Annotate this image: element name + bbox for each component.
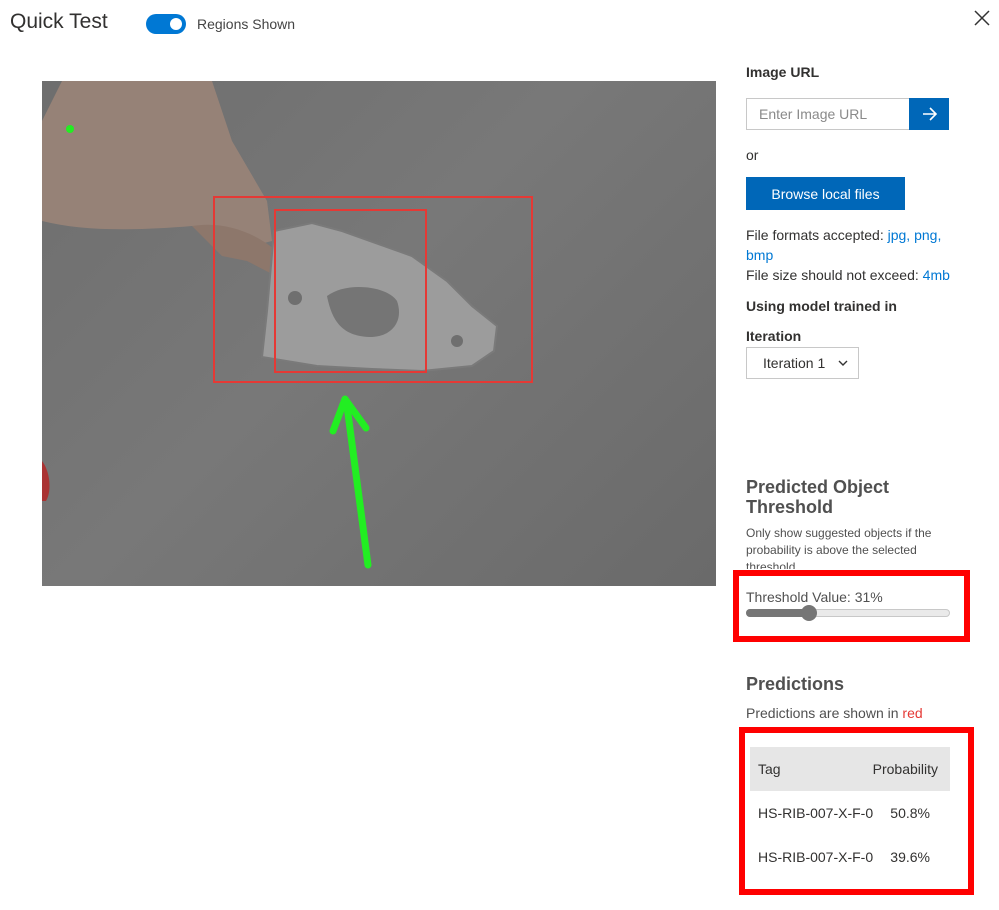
predictions-table: Tag Probability HS-RIB-007-X-F-0 50.8% H… xyxy=(750,747,950,879)
tag-cell: HS-RIB-007-X-F-0 xyxy=(758,805,874,821)
file-size-prefix: File size should not exceed: xyxy=(746,267,919,283)
threshold-highlight xyxy=(733,570,970,642)
column-header-probability: Probability xyxy=(872,761,938,777)
chevron-down-icon xyxy=(836,356,850,373)
regions-shown-toggle[interactable] xyxy=(146,14,186,34)
format-link-bmp[interactable]: bmp xyxy=(746,247,773,263)
predictions-description: Predictions are shown in red xyxy=(746,705,923,721)
image-url-label: Image URL xyxy=(746,64,820,80)
tag-cell: HS-RIB-007-X-F-0 xyxy=(758,849,874,865)
file-formats-info: File formats accepted: jpg, png, bmp xyxy=(746,225,966,265)
threshold-slider-fill xyxy=(746,609,810,617)
iteration-label: Iteration xyxy=(746,328,802,344)
close-icon[interactable] xyxy=(972,8,992,28)
toggle-label: Regions Shown xyxy=(197,16,296,32)
model-label: Using model trained in xyxy=(746,298,897,314)
predictions-desc-prefix: Predictions are shown in xyxy=(746,705,899,721)
file-size-link[interactable]: 4mb xyxy=(923,267,950,283)
table-header: Tag Probability xyxy=(750,747,950,791)
url-submit-button[interactable] xyxy=(909,98,949,130)
page-title: Quick Test xyxy=(10,10,108,33)
table-row[interactable]: HS-RIB-007-X-F-0 50.8% xyxy=(750,791,950,835)
file-formats-prefix: File formats accepted: xyxy=(746,227,884,243)
arrow-right-icon xyxy=(923,107,938,121)
image-url-input[interactable] xyxy=(746,98,909,130)
preview-image xyxy=(42,81,716,586)
predictions-color-word: red xyxy=(902,705,923,721)
column-header-tag: Tag xyxy=(758,761,781,777)
probability-cell: 50.8% xyxy=(890,805,930,821)
predictions-title: Predictions xyxy=(746,674,845,694)
file-size-info: File size should not exceed: 4mb xyxy=(746,265,966,285)
probability-cell: 39.6% xyxy=(890,849,930,865)
format-link-jpg[interactable]: jpg, xyxy=(888,227,911,243)
format-link-png[interactable]: png, xyxy=(914,227,941,243)
threshold-description: Only show suggested objects if the proba… xyxy=(746,526,932,569)
annotation-arrow xyxy=(66,125,372,569)
threshold-value-label: Threshold Value: 31% xyxy=(746,589,883,605)
iteration-value: Iteration 1 xyxy=(763,355,826,371)
iteration-select[interactable]: Iteration 1 xyxy=(746,347,859,379)
table-row[interactable]: HS-RIB-007-X-F-0 39.6% xyxy=(750,835,950,879)
threshold-title: Predicted Object Threshold xyxy=(746,477,890,517)
or-text: or xyxy=(746,147,759,163)
browse-local-files-button[interactable]: Browse local files xyxy=(746,177,905,210)
toggle-knob xyxy=(170,18,182,30)
